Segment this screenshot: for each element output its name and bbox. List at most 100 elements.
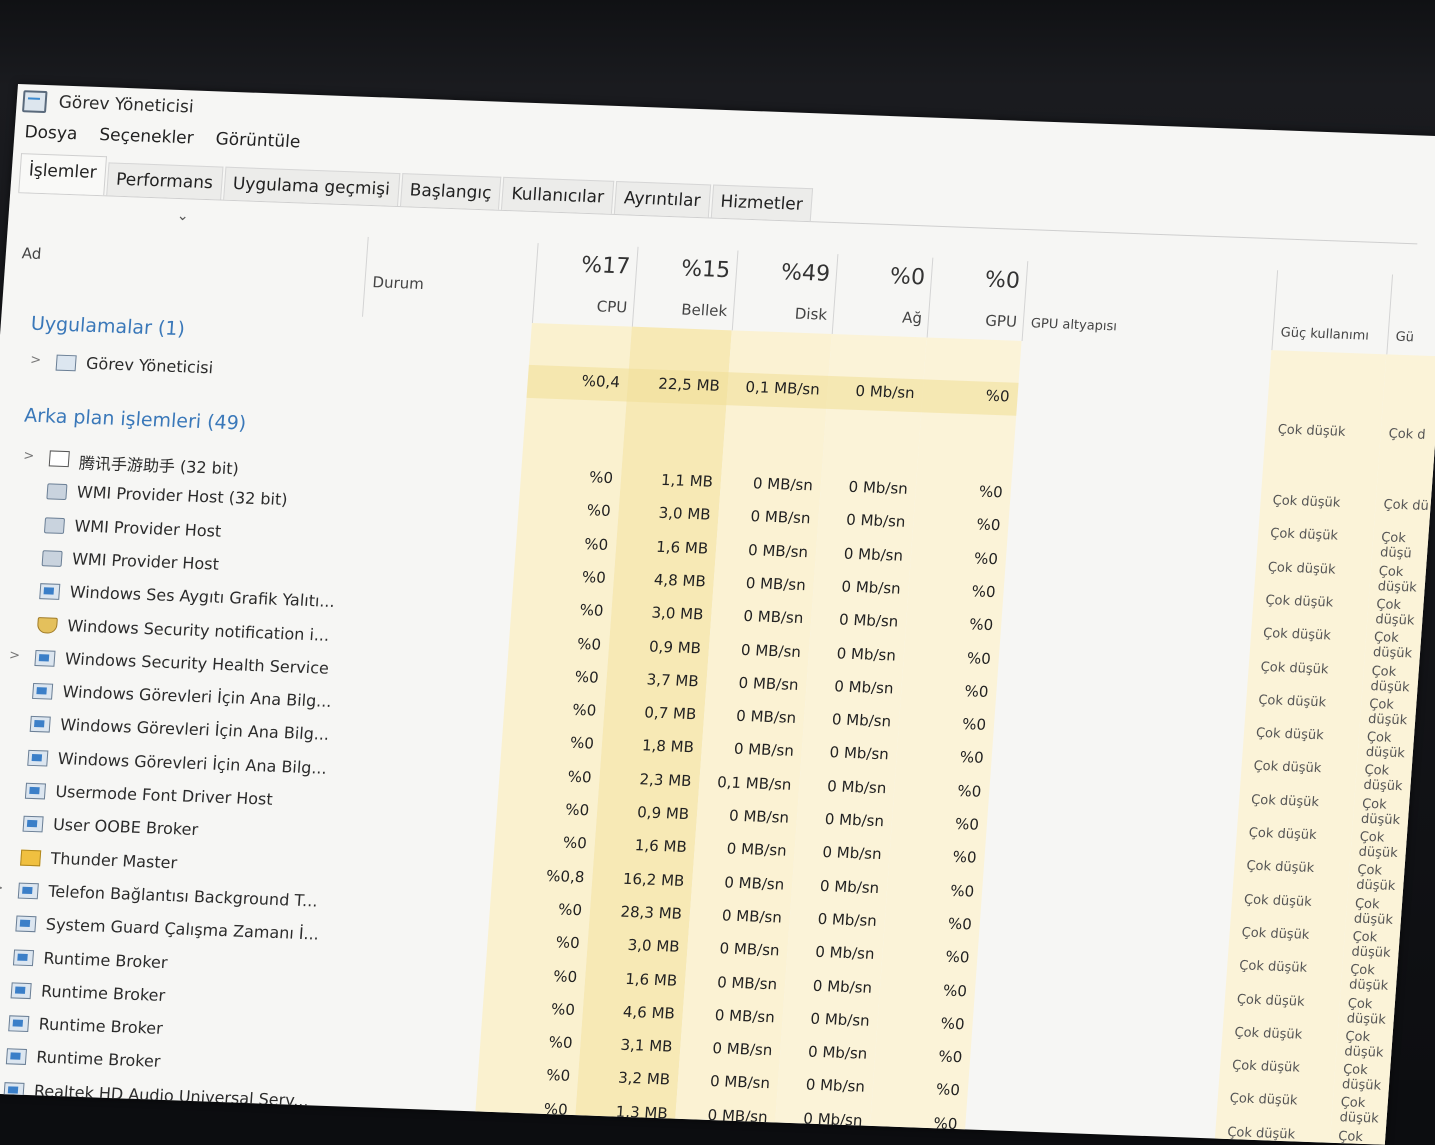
- power-value: Çok düşük: [1231, 1058, 1301, 1076]
- memory-value: 1,1 MB: [660, 470, 714, 491]
- power-trend-value: Çok düşük: [1374, 597, 1415, 629]
- network-value: 0 Mb/sn: [838, 610, 899, 631]
- header-gpu-engine-label: GPU altyapısı: [1030, 316, 1118, 335]
- gpu-value: %0: [935, 1080, 961, 1100]
- process-icon: [3, 1081, 25, 1099]
- tab-performance[interactable]: Performans: [106, 162, 224, 200]
- menu-options[interactable]: Seçenekler: [98, 125, 195, 158]
- header-gpu-percent: %0: [984, 267, 1021, 294]
- expand-chevron-icon[interactable]: >: [0, 881, 4, 896]
- header-network-label: Ağ: [901, 308, 923, 328]
- process-name: Windows Görevleri İçin Ana Bilg...: [57, 748, 328, 778]
- window-icon: [48, 450, 70, 468]
- cpu-value: %0: [543, 1099, 569, 1119]
- tab-details[interactable]: Ayrıntılar: [613, 180, 711, 218]
- power-trend-value: Çok düşük: [1360, 796, 1401, 828]
- cpu-value: %0: [567, 767, 593, 787]
- power-trend-value: Çok düşük: [1355, 862, 1396, 895]
- header-name[interactable]: Ad: [12, 224, 367, 317]
- disk-value: 0 MB/sn: [726, 839, 788, 860]
- process-name: 腾讯手游助手 (32 bit): [78, 453, 240, 479]
- power-trend-value: Çok düşük: [1367, 696, 1408, 729]
- process-icon: [34, 649, 56, 667]
- chevron-down-icon[interactable]: ⌄: [176, 208, 189, 224]
- tab-processes[interactable]: İşlemler: [18, 153, 107, 196]
- network-value: 0 Mb/sn: [854, 381, 916, 403]
- disk-value: 0 MB/sn: [711, 1039, 773, 1060]
- header-power-trend[interactable]: Gü: [1388, 275, 1435, 357]
- disk-value: 0 MB/sn: [723, 873, 785, 894]
- process-name: Thunder Master: [50, 848, 178, 872]
- header-network[interactable]: %0 Ağ: [832, 254, 933, 337]
- network-value: 0 Mb/sn: [812, 976, 873, 997]
- group-apps[interactable]: Uygulamalar (1): [30, 313, 185, 341]
- expand-chevron-icon[interactable]: >: [30, 353, 42, 368]
- power-trend-value: Çok düşü: [1379, 530, 1413, 562]
- disk-value: 0 MB/sn: [749, 507, 812, 528]
- memory-value: 3,7 MB: [646, 670, 700, 691]
- cpu-value: %0,4: [581, 371, 621, 392]
- network-value: 0 Mb/sn: [805, 1075, 866, 1097]
- cpu-value: %0,8: [545, 866, 586, 886]
- tab-users[interactable]: Kullanıcılar: [501, 176, 615, 214]
- cpu-value: %0: [564, 800, 590, 820]
- header-gpu[interactable]: %0 GPU: [927, 258, 1028, 341]
- power-trend-value: Çok düşük: [1348, 962, 1389, 994]
- expand-chevron-icon[interactable]: >: [0, 914, 1, 929]
- power-trend-value: Çok düşük: [1370, 663, 1411, 695]
- service-host-icon: [41, 550, 63, 567]
- memory-value: 4,6 MB: [622, 1002, 676, 1023]
- power-value: Çok düşük: [1277, 422, 1346, 440]
- network-value: 0 Mb/sn: [817, 909, 878, 930]
- gpu-value: %0: [933, 1113, 959, 1133]
- header-gpu-engine[interactable]: GPU altyapısı: [1024, 261, 1278, 350]
- process-icon: [22, 815, 44, 833]
- memory-value: 3,0 MB: [658, 504, 712, 524]
- header-power[interactable]: Güç kullanımı: [1273, 270, 1392, 354]
- menu-view[interactable]: Görüntüle: [214, 129, 301, 162]
- disk-value: 0,1 MB/sn: [744, 377, 821, 399]
- power-value: Çok düşük: [1236, 991, 1306, 1010]
- header-memory-percent: %15: [680, 256, 731, 284]
- menu-file[interactable]: Dosya: [23, 122, 78, 154]
- power-trend-value: Çok düşük: [1362, 763, 1403, 795]
- memory-value: 3,0 MB: [627, 936, 681, 956]
- memory-value: 3,1 MB: [619, 1035, 674, 1056]
- cpu-value: %0: [571, 700, 597, 720]
- tab-app-history[interactable]: Uygulama geçmişi: [222, 166, 401, 206]
- memory-value: 3,0 MB: [650, 603, 705, 624]
- power-trend-value: Çok düşük: [1337, 1128, 1377, 1145]
- memory-value: 22,5 MB: [657, 374, 721, 395]
- group-background[interactable]: Arka plan işlemleri (49): [24, 404, 247, 434]
- expand-chevron-icon[interactable]: >: [23, 448, 35, 463]
- process-name: Görev Yöneticisi: [85, 353, 214, 378]
- power-trend-value: Çok dü: [1383, 497, 1430, 514]
- tab-startup[interactable]: Başlangıç: [399, 173, 502, 210]
- process-icon: [32, 683, 54, 700]
- header-status[interactable]: Durum: [364, 237, 538, 323]
- power-trend-value: Çok düşük: [1353, 896, 1394, 928]
- cpu-value: %0: [576, 634, 602, 654]
- header-disk[interactable]: %49 Disk: [732, 250, 838, 334]
- network-value: 0 Mb/sn: [819, 876, 880, 897]
- header-memory[interactable]: %15 Bellek: [632, 247, 738, 331]
- cpu-value: %0: [579, 601, 605, 620]
- network-value: 0 Mb/sn: [809, 1009, 871, 1030]
- gpu-value: %0: [966, 648, 992, 668]
- power-value: Çok düşük: [1241, 925, 1310, 943]
- gpu-value: %0: [978, 482, 1004, 502]
- disk-value: 0 MB/sn: [733, 740, 795, 761]
- header-power-trend-label: Gü: [1395, 329, 1415, 346]
- expand-chevron-icon[interactable]: >: [9, 648, 21, 663]
- network-value: 0 Mb/sn: [826, 776, 887, 797]
- tab-services[interactable]: Hizmetler: [710, 184, 813, 222]
- gpu-value: %0: [940, 1014, 966, 1034]
- header-cpu[interactable]: %17 CPU: [532, 243, 638, 327]
- power-value: Çok düşük: [1262, 626, 1332, 644]
- cpu-value: %0: [550, 999, 576, 1019]
- gpu-value: %0: [973, 548, 999, 568]
- gpu-value: %0: [985, 386, 1011, 406]
- power-trend-value: Çok düşük: [1339, 1095, 1380, 1127]
- network-value: 0 Mb/sn: [802, 1109, 864, 1130]
- power-value: Çok düşük: [1269, 526, 1339, 544]
